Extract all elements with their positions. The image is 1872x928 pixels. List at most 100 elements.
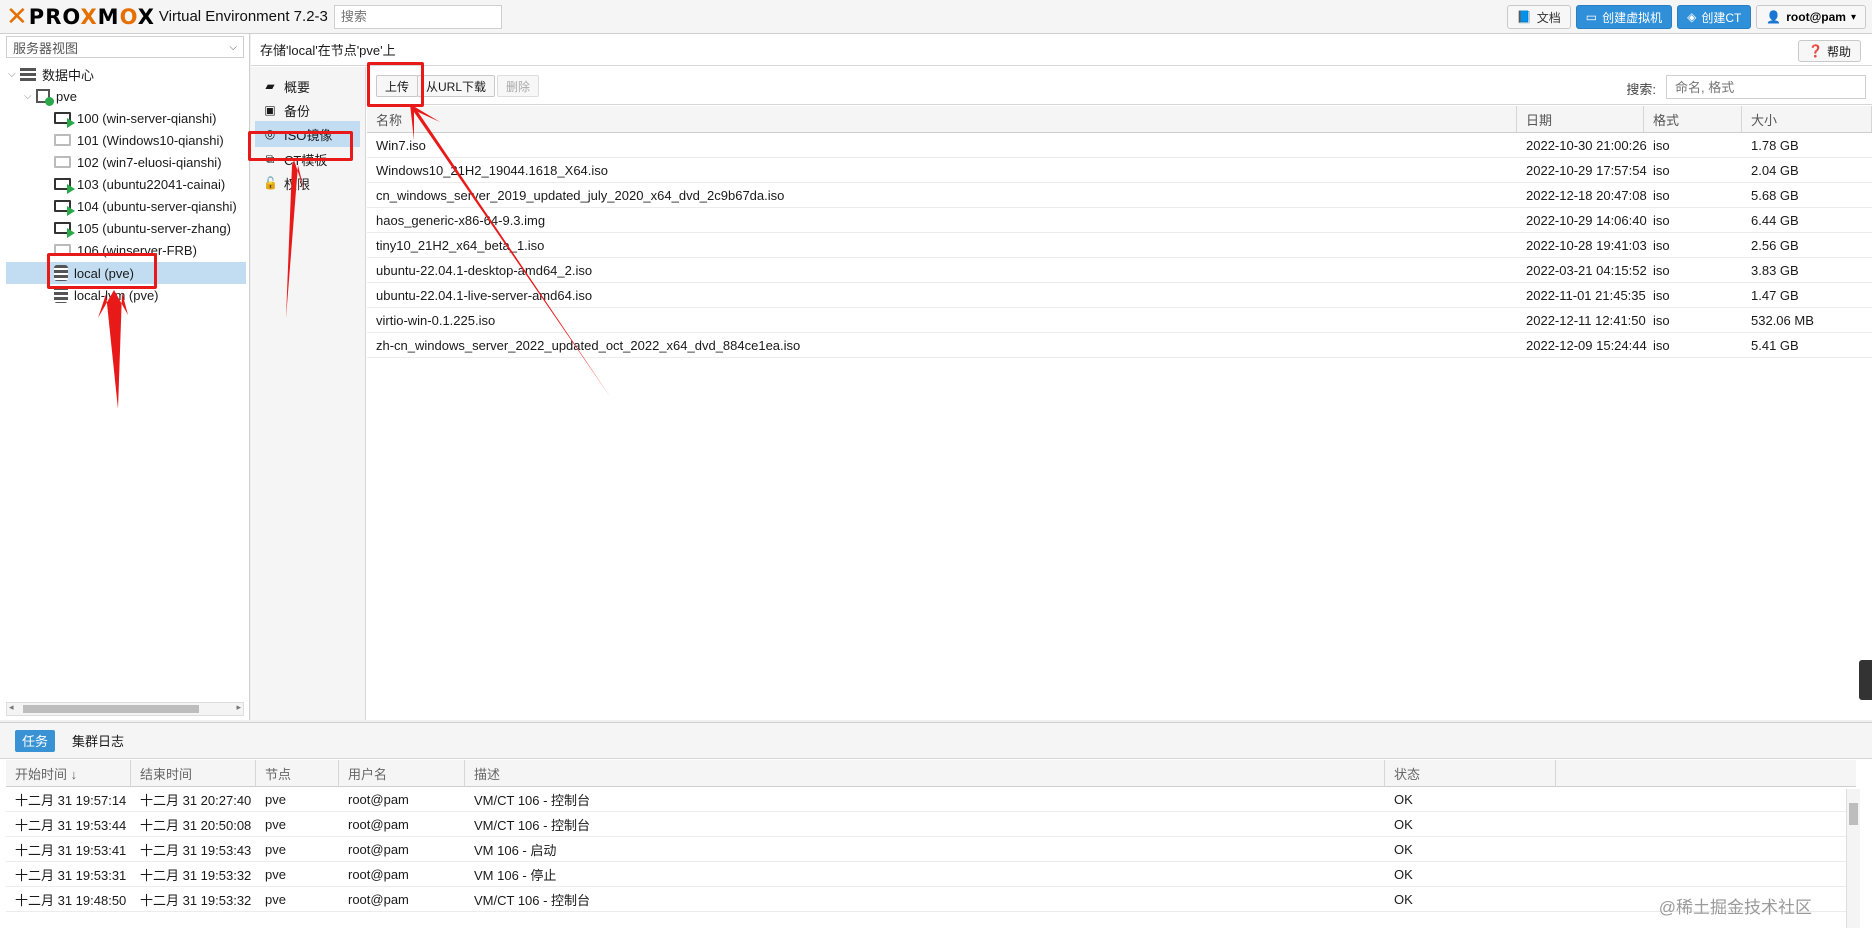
column-header[interactable]: 大小	[1742, 106, 1872, 132]
task-row[interactable]: 十二月 31 19:53:44 十二月 31 20:50:08 pve root@pa…	[6, 812, 1856, 837]
docs-button[interactable]: 📘 文档	[1506, 5, 1571, 29]
table-cell: 十二月 31 19:53:32	[140, 892, 252, 908]
vm-label: 102 (win7-eluosi-qianshi)	[77, 154, 222, 170]
table-cell: VM 106 - 启动	[474, 842, 557, 858]
iso-table: 名称 日期 格式 大小 Win7.iso 2022-10-30 21:00:26 iso 1.…	[367, 106, 1872, 358]
create-vm-button[interactable]: ▭ 创建虚拟机	[1575, 5, 1673, 29]
scroll-left-icon[interactable]: ◂	[9, 702, 14, 713]
watermark: @稀土掘金技术社区	[1658, 898, 1812, 917]
column-header[interactable]: 开始时间 ↓	[6, 760, 131, 786]
table-cell: 5.41 GB	[1751, 337, 1799, 353]
table-cell: VM 106 - 停止	[474, 867, 557, 883]
task-row[interactable]: 十二月 31 19:53:41 十二月 31 19:53:43 pve root@pa…	[6, 837, 1856, 862]
column-header[interactable]: 描述	[465, 760, 1385, 786]
tree-vm-item[interactable]: 100 (win-server-qianshi)	[54, 107, 250, 129]
create-ct-button[interactable]: ◈ 创建CT	[1677, 5, 1752, 29]
running-icon	[67, 118, 75, 128]
collapse-icon[interactable]: ⌵	[24, 91, 36, 102]
tree-vm-item[interactable]: 101 (Windows10-qianshi)	[54, 129, 250, 151]
table-cell: 十二月 31 20:50:08	[140, 817, 252, 833]
table-cell: 2022-11-01 21:45:35	[1526, 287, 1646, 303]
running-icon	[67, 206, 75, 216]
table-row[interactable]: virtio-win-0.1.225.iso 2022-12-11 12:41:5…	[367, 308, 1872, 333]
table-cell: 2022-10-30 21:00:26	[1526, 137, 1647, 153]
scroll-thumb[interactable]	[23, 705, 199, 713]
task-row[interactable]: 十二月 31 19:48:50 十二月 31 19:53:32 pve root@pa…	[6, 887, 1856, 912]
table-cell: iso	[1653, 262, 1670, 278]
tree-vm-item[interactable]: 103 (ubuntu22041-cainai)	[54, 173, 250, 195]
table-cell: 十二月 31 19:53:44	[15, 817, 127, 833]
table-row[interactable]: cn_windows_server_2019_updated_july_2020…	[367, 183, 1872, 208]
download-url-button[interactable]: 从URL下载	[417, 75, 496, 97]
table-cell: pve	[265, 866, 286, 882]
collapse-icon[interactable]: ⌵	[8, 69, 20, 80]
table-cell: pve	[265, 791, 286, 807]
table-cell: iso	[1653, 337, 1670, 353]
search-input[interactable]	[333, 4, 502, 29]
logo-text: PROXMOX	[28, 4, 155, 29]
table-cell: pve	[265, 841, 286, 857]
table-cell: 十二月 31 19:53:32	[140, 867, 252, 883]
nav-backup[interactable]: ▣ 备份	[255, 97, 360, 123]
chevron-down-icon: ▾	[1850, 11, 1856, 23]
table-cell: 十二月 31 20:27:40	[140, 792, 252, 808]
user-menu-button[interactable]: 👤 root@pam ▾	[1756, 5, 1866, 29]
table-cell: 十二月 31 19:48:50	[15, 892, 127, 908]
iso-search-input[interactable]	[1666, 75, 1866, 99]
column-header[interactable]: 名称	[367, 106, 1517, 132]
table-cell: VM/CT 106 - 控制台	[474, 892, 591, 908]
table-cell: OK	[1394, 791, 1413, 807]
view-select[interactable]: 服务器视图 ⌵	[6, 36, 244, 58]
table-row[interactable]: Win7.iso 2022-10-30 21:00:26 iso 1.78 GB	[367, 133, 1872, 158]
column-header[interactable]: 格式	[1644, 106, 1742, 132]
version-label: Virtual Environment 7.2-3	[158, 8, 328, 25]
column-header[interactable]: 状态	[1385, 760, 1556, 786]
scroll-thumb[interactable]	[1849, 803, 1858, 825]
delete-button[interactable]: 删除	[497, 75, 540, 97]
column-header[interactable]: 结束时间	[131, 760, 256, 786]
tree-vm-item[interactable]: 104 (ubuntu-server-qianshi)	[54, 195, 250, 217]
task-row[interactable]: 十二月 31 19:53:31 十二月 31 19:53:32 pve root@pa…	[6, 862, 1856, 887]
table-row[interactable]: ubuntu-22.04.1-live-server-amd64.iso 2022…	[367, 283, 1872, 308]
table-cell: 十二月 31 19:53:43	[140, 842, 252, 858]
tree-vm-item[interactable]: 105 (ubuntu-server-zhang)	[54, 217, 250, 239]
table-cell: OK	[1394, 816, 1413, 832]
scroll-right-icon[interactable]: ▸	[236, 702, 241, 713]
table-header-row: 名称 日期 格式 大小	[367, 106, 1872, 133]
task-header-row: 开始时间 ↓ 结束时间 节点 用户名 描述 状态	[6, 760, 1856, 787]
column-header[interactable]: 用户名	[339, 760, 465, 786]
table-cell: iso	[1653, 137, 1670, 153]
table-row[interactable]: tiny10_21H2_x64_beta_1.iso 2022-10-28 19:…	[367, 233, 1872, 258]
vm-label: 105 (ubuntu-server-zhang)	[77, 220, 231, 236]
column-header[interactable]: 日期	[1517, 106, 1644, 132]
table-cell: 2022-10-29 14:06:40	[1526, 212, 1647, 228]
table-row[interactable]: ubuntu-22.04.1-desktop-amd64_2.iso 2022-0…	[367, 258, 1872, 283]
help-button[interactable]: ❓ 帮助	[1798, 40, 1861, 62]
tab-tasks[interactable]: 任务	[15, 729, 56, 752]
column-header[interactable]: 节点	[256, 760, 339, 786]
side-handle[interactable]	[1859, 660, 1872, 700]
vertical-scrollbar[interactable]	[1846, 789, 1860, 928]
table-cell: root@pam	[348, 791, 409, 807]
proxmox-logo[interactable]: ✕ PROXMOX	[6, 0, 155, 34]
table-row[interactable]: haos_generic-x86-64-9.3.img 2022-10-29 14…	[367, 208, 1872, 233]
resource-tree-panel: 服务器视图 ⌵ ⌵ 数据中心 ⌵ pve 100 (win-server-qia…	[0, 34, 250, 720]
tree-datacenter[interactable]: ⌵ 数据中心	[8, 63, 248, 85]
iso-toolbar: 上传 从URL下载 删除 搜索:	[367, 67, 1872, 105]
tree-node-pve[interactable]: ⌵ pve	[24, 85, 248, 107]
tab-cluster-log[interactable]: 集群日志	[65, 730, 131, 752]
table-cell: 2022-12-09 15:24:44	[1526, 337, 1647, 353]
logo-x-icon: ✕	[6, 1, 28, 32]
table-cell: root@pam	[348, 816, 409, 832]
storage-icon	[54, 287, 68, 303]
table-row[interactable]: Windows10_21H2_19044.1618_X64.iso 2022-10…	[367, 158, 1872, 183]
running-icon	[67, 228, 75, 238]
nav-summary[interactable]: ▰ 概要	[255, 73, 360, 99]
task-row[interactable]: 十二月 31 19:57:14 十二月 31 20:27:40 pve root@pa…	[6, 787, 1856, 812]
nav-permissions[interactable]: 🔓 权限	[255, 170, 360, 196]
tree-vm-item[interactable]: 102 (win7-eluosi-qianshi)	[54, 151, 250, 173]
table-cell: 6.44 GB	[1751, 212, 1799, 228]
annotation-box-local	[47, 253, 157, 289]
table-row[interactable]: zh-cn_windows_server_2022_updated_oct_20…	[367, 333, 1872, 358]
horizontal-scrollbar[interactable]: ◂ ▸	[6, 702, 244, 716]
